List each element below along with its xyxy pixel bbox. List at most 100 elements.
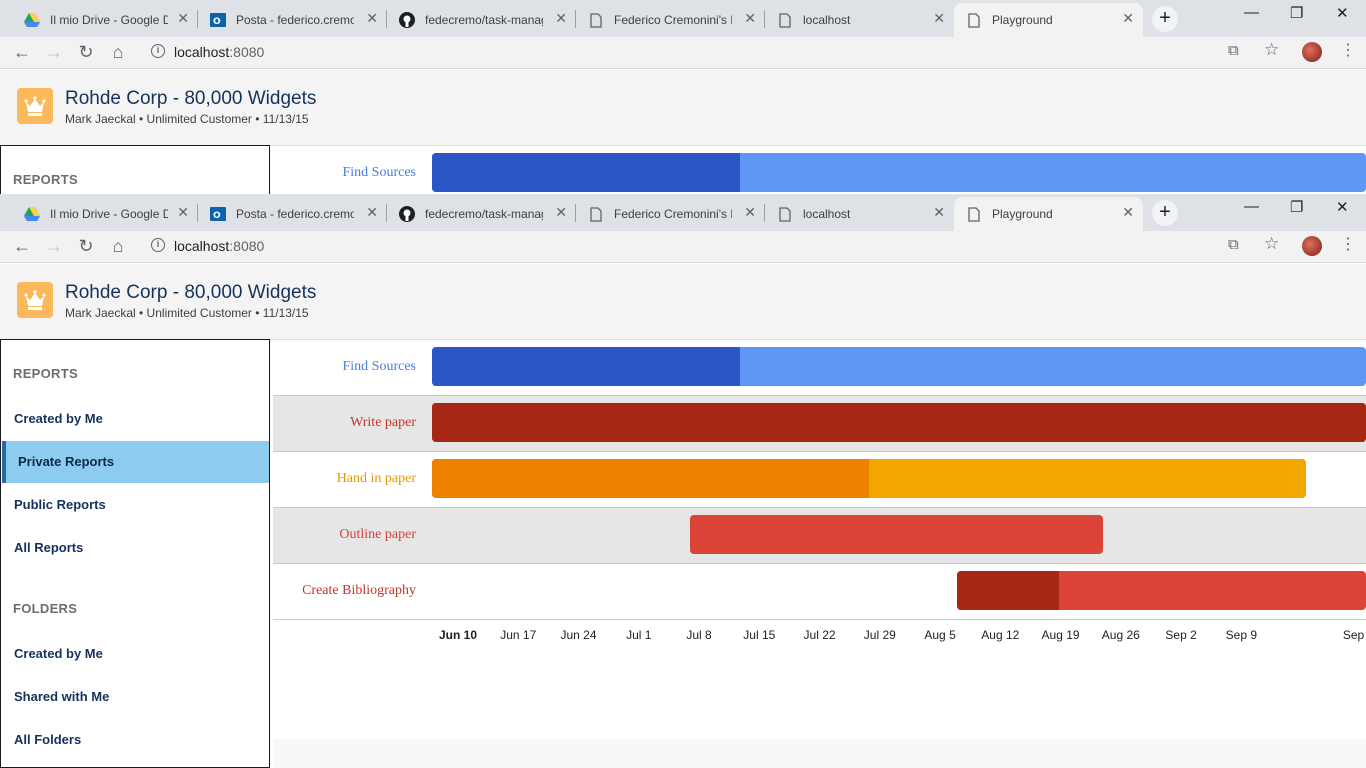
page-title: Rohde Corp - 80,000 Widgets [65, 88, 317, 109]
new-tab-button[interactable]: + [1152, 200, 1178, 226]
tab-strip: Il mio Drive - Google Drive ✕ O Posta - … [0, 0, 1366, 37]
crown-icon [17, 88, 53, 124]
axis-tick-label: Jun 17 [500, 628, 537, 642]
sidebar-item-all-reports[interactable]: All Reports [2, 527, 269, 569]
close-icon[interactable]: ✕ [744, 10, 756, 27]
task-bar[interactable] [690, 515, 1104, 554]
restore-icon[interactable]: ❐ [1290, 4, 1303, 22]
close-icon[interactable]: ✕ [366, 204, 378, 221]
translate-icon[interactable]: ⧉ [1228, 236, 1239, 253]
translate-icon[interactable]: ⧉ [1228, 42, 1239, 59]
task-bar[interactable] [432, 347, 1366, 386]
reports-sidebar: REPORTS Created by Me Private Reports Pu… [0, 145, 270, 194]
close-icon[interactable]: ✕ [933, 204, 945, 221]
axis-tick-label: Jul 1 [626, 628, 652, 642]
close-icon[interactable]: ✕ [933, 10, 945, 27]
home-icon[interactable]: ⌂ [107, 41, 129, 63]
gantt-chart: Find SourcesWrite paperHand in paperOutl… [273, 146, 1366, 194]
google-drive-icon [24, 12, 40, 28]
axis-tick-label: Jul 8 [686, 628, 712, 642]
tab-google-drive[interactable]: Il mio Drive - Google Drive ✕ [12, 197, 198, 231]
minimize-icon[interactable]: — [1244, 4, 1259, 21]
avatar[interactable] [1302, 236, 1322, 256]
gantt-footer [273, 739, 1366, 768]
tab-title: Playground [992, 207, 1053, 221]
minimize-icon[interactable]: — [1244, 198, 1259, 215]
home-icon[interactable]: ⌂ [107, 235, 129, 257]
task-label: Outline paper [339, 527, 416, 542]
close-icon[interactable]: ✕ [1122, 10, 1134, 27]
tab-google-drive[interactable]: Il mio Drive - Google Drive ✕ [12, 3, 198, 37]
address-bar[interactable]: i localhost:8080 [142, 38, 1294, 66]
tab-profile[interactable]: Federico Cremonini's Profile ✕ [576, 3, 765, 37]
tab-github[interactable]: fedecremo/task-manager ✕ [387, 197, 576, 231]
task-bar[interactable] [957, 571, 1366, 610]
close-icon[interactable]: ✕ [555, 204, 567, 221]
task-bar[interactable] [432, 459, 1306, 498]
tab-outlook[interactable]: O Posta - federico.cremonini ✕ [198, 197, 387, 231]
avatar[interactable] [1302, 42, 1322, 62]
sidebar-item-public-reports[interactable]: Public Reports [2, 484, 269, 526]
close-icon[interactable]: ✕ [744, 204, 756, 221]
task-bar[interactable] [432, 153, 1366, 192]
app-header: Rohde Corp - 80,000 Widgets Mark Jaeckal… [0, 70, 1366, 146]
tab-localhost[interactable]: localhost ✕ [765, 197, 954, 231]
tab-title: Il mio Drive - Google Drive [50, 207, 168, 221]
menu-icon[interactable]: ⋮ [1340, 40, 1356, 60]
forward-icon[interactable]: → [43, 41, 65, 63]
close-icon[interactable]: ✕ [366, 10, 378, 27]
close-window-icon[interactable]: ✕ [1336, 4, 1349, 22]
gantt-row: Create Bibliography [273, 564, 1366, 620]
sidebar-item-folders-created-by-me[interactable]: Created by Me [2, 633, 269, 675]
tab-title: fedecremo/task-manager [425, 207, 543, 221]
tab-playground[interactable]: Playground ✕ [954, 3, 1143, 37]
tab-title: Federico Cremonini's Profile [614, 13, 732, 27]
task-label: Write paper [350, 415, 416, 430]
tab-profile[interactable]: Federico Cremonini's Profile ✕ [576, 197, 765, 231]
menu-icon[interactable]: ⋮ [1340, 234, 1356, 254]
back-icon[interactable]: ← [11, 41, 33, 63]
close-icon[interactable]: ✕ [1122, 204, 1134, 221]
task-progress [432, 459, 869, 498]
tab-outlook[interactable]: O Posta - federico.cremonini ✕ [198, 3, 387, 37]
forward-icon[interactable]: → [43, 235, 65, 257]
sidebar-item-shared-with-me[interactable]: Shared with Me [2, 676, 269, 718]
info-icon[interactable]: i [151, 238, 165, 252]
axis-tick-label: Sep 9 [1225, 628, 1258, 642]
reports-sidebar: REPORTS Created by Me Private Reports Pu… [0, 339, 270, 768]
folders-heading: FOLDERS [13, 601, 78, 616]
browser-window-front: Il mio Drive - Google Drive ✕ O Posta - … [0, 194, 1366, 768]
back-icon[interactable]: ← [11, 235, 33, 257]
page-icon [777, 206, 793, 222]
tab-title: localhost [803, 13, 851, 27]
close-icon[interactable]: ✕ [555, 10, 567, 27]
close-icon[interactable]: ✕ [177, 10, 189, 27]
bookmark-star-icon[interactable]: ☆ [1264, 234, 1279, 254]
restore-icon[interactable]: ❐ [1290, 198, 1303, 216]
info-icon[interactable]: i [151, 44, 165, 58]
close-icon[interactable]: ✕ [177, 204, 189, 221]
new-tab-button[interactable]: + [1152, 6, 1178, 32]
sidebar-item-private-reports[interactable]: Private Reports [2, 441, 269, 483]
github-icon [399, 12, 415, 28]
outlook-icon: O [210, 12, 226, 28]
github-icon [399, 206, 415, 222]
sidebar-item-created-by-me[interactable]: Created by Me [2, 398, 269, 440]
task-bar[interactable] [432, 403, 1366, 442]
close-window-icon[interactable]: ✕ [1336, 198, 1349, 216]
tab-title: Il mio Drive - Google Drive [50, 13, 168, 27]
reload-icon[interactable]: ↻ [75, 41, 97, 63]
tab-strip: Il mio Drive - Google Drive ✕ O Posta - … [0, 194, 1366, 231]
tab-localhost[interactable]: localhost ✕ [765, 3, 954, 37]
reload-icon[interactable]: ↻ [75, 235, 97, 257]
tab-playground[interactable]: Playground ✕ [954, 197, 1143, 231]
address-bar[interactable]: i localhost:8080 [142, 232, 1294, 260]
tab-github[interactable]: fedecremo/task-manager ✕ [387, 3, 576, 37]
sidebar-item-all-folders[interactable]: All Folders [2, 719, 269, 761]
browser-window-back: Il mio Drive - Google Drive ✕ O Posta - … [0, 0, 1366, 194]
gantt-row: Outline paper [273, 508, 1366, 564]
bookmark-star-icon[interactable]: ☆ [1264, 40, 1279, 60]
gantt-chart: Find SourcesWrite paperHand in paperOutl… [273, 340, 1366, 768]
axis-tick-label: Jul 22 [803, 628, 836, 642]
axis-tick-label: Jul 29 [863, 628, 896, 642]
